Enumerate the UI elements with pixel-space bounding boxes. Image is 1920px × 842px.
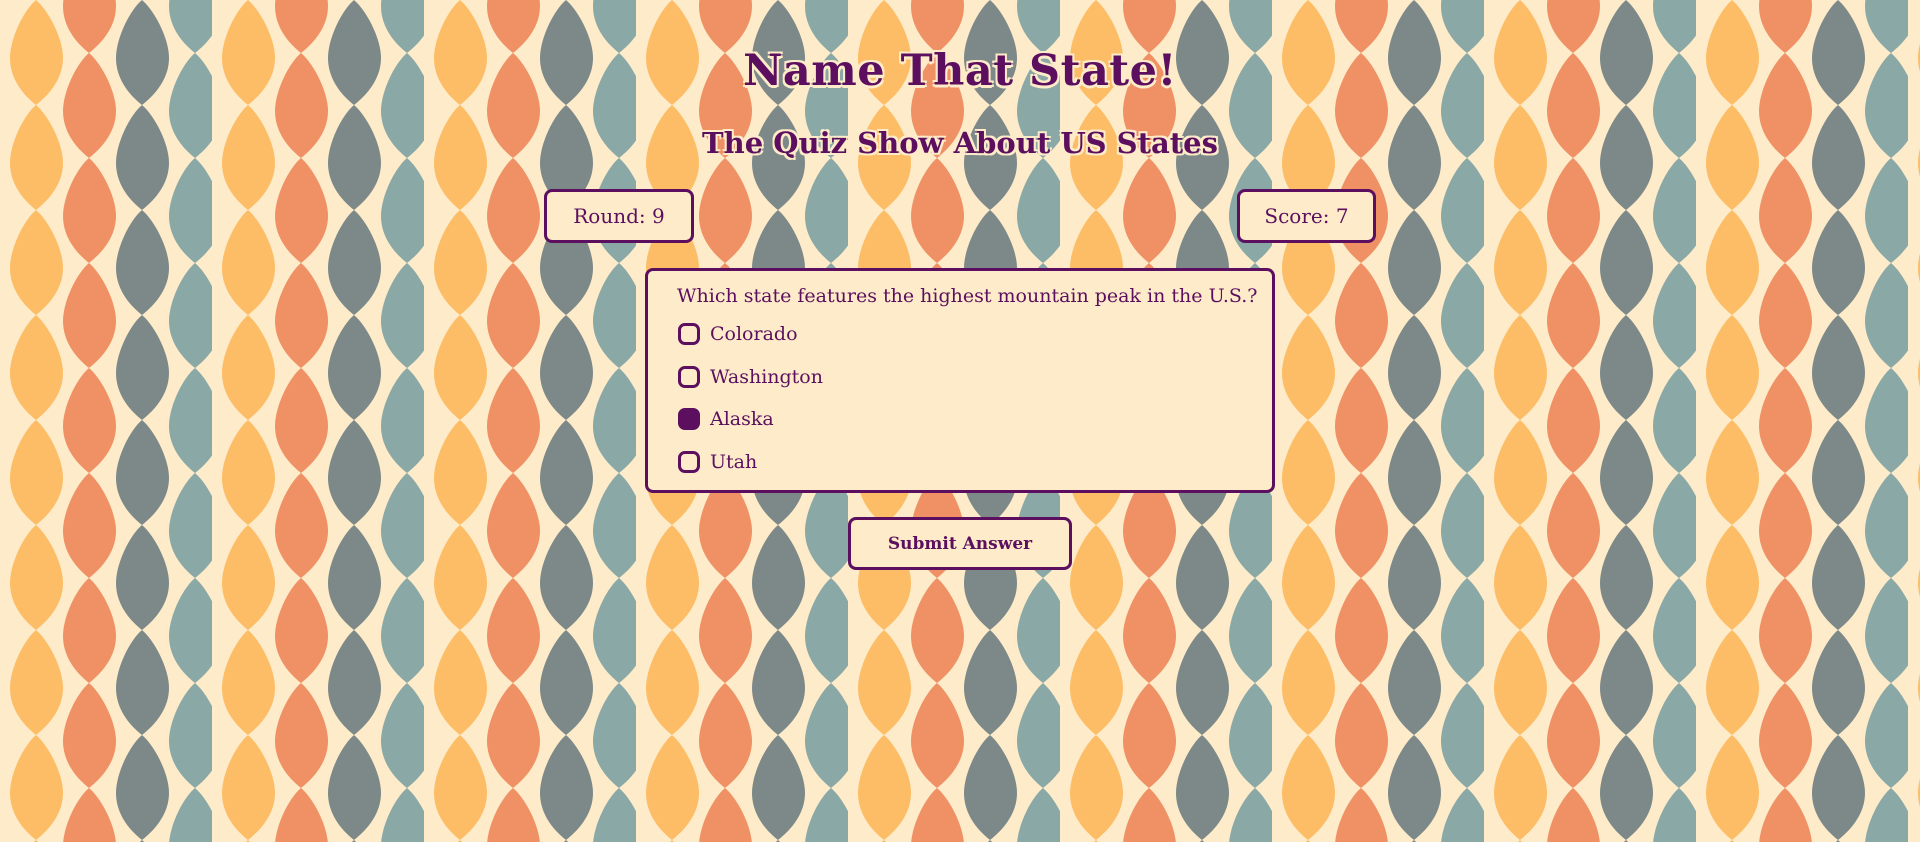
round-counter: Round: 9 [544,189,694,243]
radio-button[interactable] [678,450,700,473]
radio-button[interactable] [678,323,700,345]
answer-option-colorado[interactable]: Colorado [677,319,1272,349]
radio-button[interactable] [678,365,700,388]
answer-option-utah[interactable]: Utah [677,447,1272,477]
question-card: Which state features the highest mountai… [645,268,1275,493]
page-subtitle: The Quiz Show About US States [702,126,1218,160]
question-text: Which state features the highest mountai… [677,285,1258,307]
answer-option-washington[interactable]: Washington [677,362,1272,392]
answer-label: Utah [710,450,758,473]
submit-answer-button[interactable]: Submit Answer [848,517,1072,570]
score-counter: Score: 7 [1237,189,1376,243]
answer-option-alaska[interactable]: Alaska [677,404,1272,434]
answer-label: Washington [710,365,823,388]
answer-label: Alaska [710,408,774,430]
answer-label: Colorado [710,323,798,345]
page-title: Name That State! [743,46,1177,96]
radio-button[interactable] [678,408,700,430]
